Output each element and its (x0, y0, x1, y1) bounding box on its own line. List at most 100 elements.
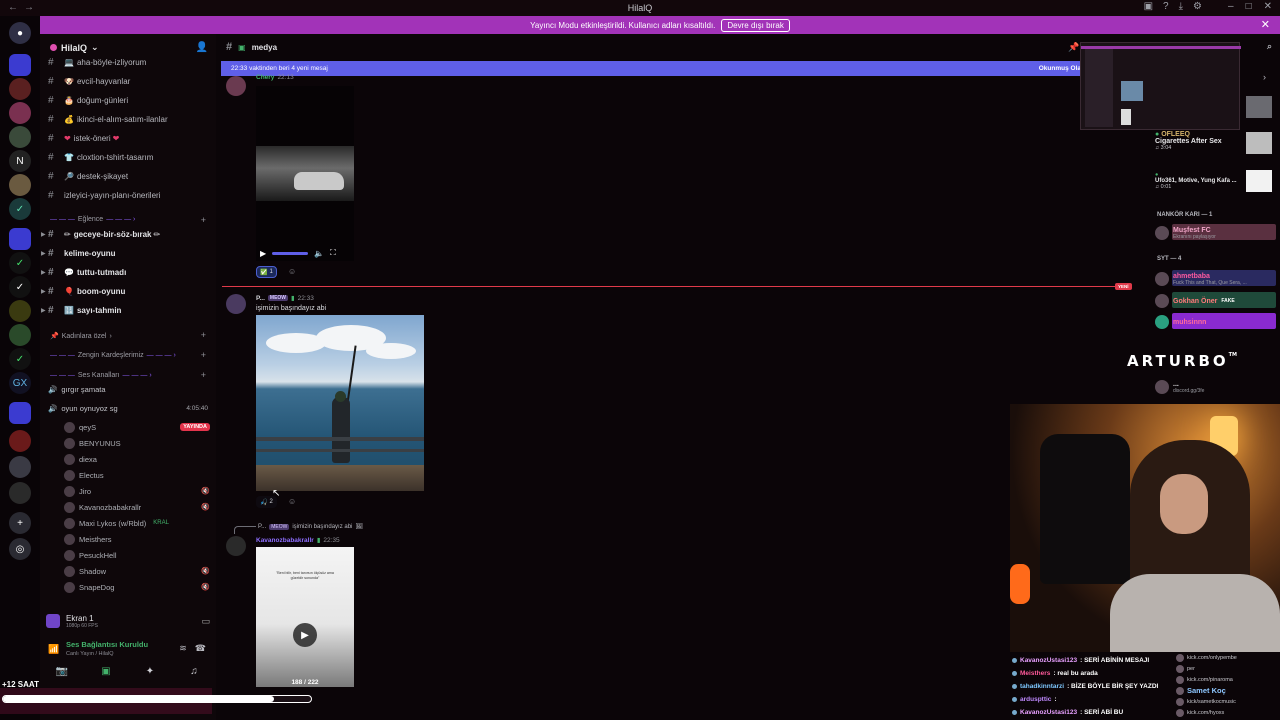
member-item[interactable]: Gokhan Öner FAKE (1155, 292, 1235, 310)
channel-item[interactable]: # izleyici-yayın-planı-önerileri (48, 187, 160, 204)
add-server-icon[interactable]: + (9, 512, 31, 534)
server-icon[interactable]: ✓ (9, 348, 31, 370)
channel-item[interactable]: # 💰 ikinci-el-alım-satım-ilanlar (48, 111, 168, 128)
member-item[interactable]: muhsinnn (1155, 313, 1206, 331)
play-icon[interactable]: ▶ (293, 623, 317, 647)
reaction[interactable]: ✅ 1 (256, 266, 277, 278)
add-member-icon[interactable]: 👤 (196, 42, 208, 53)
voice-user[interactable]: BENYUNUS (64, 435, 210, 451)
voice-user[interactable]: Electus (64, 467, 210, 483)
channel-item[interactable]: # 👕 cloxtion-tshirt-tasarım (48, 149, 153, 166)
close-window-icon[interactable]: ✕ (1264, 1, 1272, 12)
volume-icon[interactable]: 🔈 (314, 249, 324, 258)
stop-share-icon[interactable]: ▭ (201, 616, 210, 627)
voice-user[interactable]: Shadow 🔇 (64, 563, 210, 579)
server-icon[interactable]: GX (9, 372, 31, 394)
message-author[interactable]: Chery 22:13 (256, 74, 294, 81)
server-icon[interactable] (9, 228, 31, 250)
new-messages-bar[interactable]: 22:33 vaktinden beri 4 yeni mesaj Okunmu… (221, 61, 1091, 76)
pin-icon[interactable]: 📌 (1068, 42, 1079, 53)
add-reaction-icon[interactable]: ☺ (288, 267, 296, 276)
server-icon[interactable]: ✓ (9, 252, 31, 274)
volume-slider[interactable] (272, 251, 309, 255)
server-icon[interactable]: ✓ (9, 276, 31, 298)
download-icon[interactable]: ⤓ (1179, 1, 1183, 12)
server-icon[interactable] (9, 324, 31, 346)
add-reaction-icon[interactable]: ☺ (288, 497, 296, 506)
nav-arrows[interactable]: ←→ (8, 2, 40, 13)
channel-item[interactable]: # 🎂 doğum-günleri (48, 92, 128, 109)
member-item[interactable]: ahmetbaba Fuck This and That, Que Sera, .… (1155, 270, 1247, 288)
reply-preview[interactable]: P... MEOW işimizin başındayız abi 🖼 (234, 523, 363, 534)
channel-item[interactable]: ▶ # 🎈 boom-oyunu (41, 283, 125, 300)
screen-share-panel[interactable]: Ekran 1 1080p 60 FPS ▭ (46, 609, 210, 633)
voice-user[interactable]: qeyS YAYINDA (64, 419, 210, 435)
noise-suppression-icon[interactable]: ≋ (179, 643, 187, 654)
settings-icon[interactable]: ⚙ (1193, 1, 1202, 12)
screen-share-icon[interactable]: ▣ (95, 666, 117, 677)
server-icon[interactable] (9, 430, 31, 452)
discover-icon[interactable]: ◎ (9, 538, 31, 560)
server-icon[interactable] (9, 402, 31, 424)
server-icon[interactable] (9, 126, 31, 148)
category-ses[interactable]: — — — Ses Kanalları — — — › (50, 372, 152, 379)
minimize-icon[interactable]: – (1228, 1, 1234, 12)
server-icon[interactable]: N (9, 150, 31, 172)
avatar[interactable] (226, 76, 246, 96)
disconnect-icon[interactable]: ☎ (195, 643, 206, 654)
voice-user[interactable]: SnapeDog 🔇 (64, 579, 210, 595)
video-attachment[interactable]: "Beni bilir, beni tanırsın ölçüsüz ama g… (256, 547, 354, 687)
server-icon[interactable] (9, 456, 31, 478)
category-eglence[interactable]: — — — Eğlence — — — › (50, 216, 135, 223)
channel-item[interactable]: ▶ # kelime-oyunu (41, 245, 116, 262)
voice-user[interactable]: Jiro 🔇 (64, 483, 210, 499)
member-item[interactable]: Muşfest FC Ekranını paylaşıyor (1155, 224, 1216, 242)
chevron-right-icon[interactable]: › (1263, 72, 1266, 82)
search-icon[interactable]: ⌕ (1267, 41, 1272, 52)
server-icon[interactable] (9, 78, 31, 100)
mark-read-button[interactable]: Okunmuş Ola (1039, 65, 1081, 72)
voice-user[interactable]: Meisthers (64, 531, 210, 547)
channel-item[interactable]: # 🔎 destek-şikayet (48, 168, 128, 185)
maximize-icon[interactable]: □ (1246, 1, 1252, 12)
avatar[interactable] (226, 294, 246, 314)
direct-messages-icon[interactable]: ● (9, 22, 31, 44)
server-icon[interactable] (9, 102, 31, 124)
member-item[interactable]: ... discord.gg/3fe (1155, 378, 1204, 396)
inbox-icon[interactable]: ▣ (1144, 1, 1153, 12)
avatar[interactable] (226, 536, 246, 556)
help-icon[interactable]: ? (1163, 1, 1169, 12)
server-icon[interactable] (9, 174, 31, 196)
channel-item[interactable]: ▶ # 💬 tuttu-tutmadı (41, 264, 126, 281)
server-icon[interactable] (9, 482, 31, 504)
channel-item[interactable]: ▶ # 🔢 sayı-tahmin (41, 302, 121, 319)
camera-icon[interactable]: 📷 (51, 666, 73, 677)
voice-channel[interactable]: 🔊 oyun oynuyoz sg 4:05:40 (48, 400, 208, 417)
voice-user[interactable]: Maxi Lykos (w/Rbld) KRAL (64, 515, 210, 531)
channel-item[interactable]: # ❤ istek-öneri ❤ (48, 130, 122, 147)
disable-streamer-mode-button[interactable]: Devre dışı bırak (721, 18, 790, 32)
voice-user[interactable]: diexa (64, 451, 210, 467)
server-icon[interactable] (9, 54, 31, 76)
message-author[interactable]: P... MEOW ▮ 22:33 (256, 294, 314, 303)
server-icon[interactable]: ✓ (9, 198, 31, 220)
add-channel-icon[interactable]: + (201, 215, 206, 225)
soundboard-icon[interactable]: ♫ (183, 666, 205, 677)
channel-item[interactable]: # 💻 aha-böyle-izliyorum (48, 54, 146, 71)
add-channel-icon[interactable]: + (201, 370, 206, 380)
now-playing[interactable]: ● Ufo361, Motive, Yung Kafa ... ♫ 0:01 (1155, 172, 1237, 190)
guild-header[interactable]: HilalQ ⌄ (50, 42, 99, 53)
category-zengin[interactable]: — — — Zengin Kardeşlerimiz — — — › (50, 352, 176, 359)
channel-item[interactable]: # 🐶 evcil-hayvanlar (48, 73, 130, 90)
close-banner-icon[interactable]: ✕ (1261, 18, 1270, 31)
activities-icon[interactable]: ✦ (139, 666, 161, 677)
play-icon[interactable]: ▶ (260, 249, 266, 258)
server-icon[interactable] (9, 300, 31, 322)
voice-channel[interactable]: 🔊 gırgır şamata (48, 381, 208, 398)
voice-user[interactable]: PesuckHell (64, 547, 210, 563)
add-channel-icon[interactable]: + (201, 350, 206, 360)
fullscreen-icon[interactable]: ⛶ (330, 248, 336, 258)
channel-item[interactable]: ▶ # ✏ geceye-bir-söz-bırak ✏ (41, 226, 163, 243)
stream-preview[interactable] (1080, 42, 1241, 130)
now-playing[interactable]: ● OFLEEQ Cigarettes After Sex ♫ 3:04 (1155, 131, 1222, 151)
